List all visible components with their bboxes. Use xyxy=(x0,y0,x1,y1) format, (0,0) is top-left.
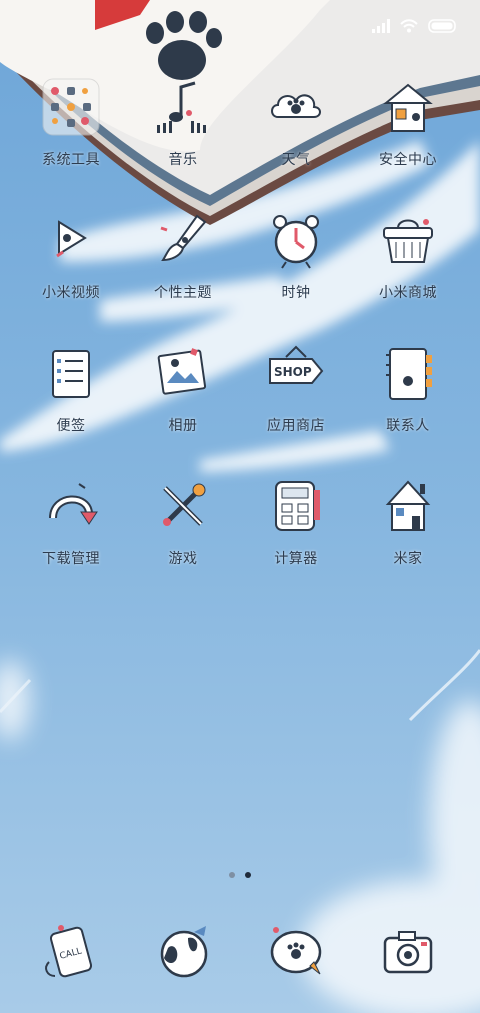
app-video[interactable]: 小米视频 xyxy=(16,208,126,302)
shopping-basket-icon xyxy=(376,208,440,272)
app-label: 相册 xyxy=(168,418,198,434)
app-mi-home[interactable]: 米家 xyxy=(353,474,463,568)
shop-sign-icon: SHOP xyxy=(264,341,328,405)
app-label: 系统工具 xyxy=(42,152,100,168)
app-label: 便签 xyxy=(56,418,86,434)
wifi-icon xyxy=(400,19,418,33)
page-dot-1[interactable] xyxy=(229,872,235,878)
app-weather[interactable]: 天气 xyxy=(241,75,351,169)
page-dot-2[interactable] xyxy=(245,872,251,878)
battery-icon xyxy=(428,19,458,33)
app-label: 联系人 xyxy=(386,418,430,434)
music-icon xyxy=(151,75,215,139)
camera-icon xyxy=(383,931,433,974)
game-tools-icon xyxy=(151,474,215,538)
video-play-icon xyxy=(39,208,103,272)
app-label: 下载管理 xyxy=(42,551,100,567)
app-label: 应用商店 xyxy=(267,418,325,434)
phone-call-icon: CALL xyxy=(45,925,93,978)
tools-folder-icon xyxy=(39,75,103,139)
dock-phone[interactable]: CALL xyxy=(41,922,101,982)
app-themes[interactable]: 个性主题 xyxy=(128,208,238,302)
app-label: 小米商城 xyxy=(379,285,437,301)
app-clock[interactable]: 时钟 xyxy=(241,208,351,302)
app-label: 个性主题 xyxy=(154,285,212,301)
app-gallery[interactable]: 相册 xyxy=(128,341,238,435)
app-games[interactable]: 游戏 xyxy=(128,474,238,568)
browser-globe-icon xyxy=(160,926,208,978)
app-tools-folder[interactable]: 系统工具 xyxy=(16,75,126,169)
app-label: 音乐 xyxy=(168,152,198,168)
app-app-store[interactable]: SHOP 应用商店 xyxy=(241,341,351,435)
dock-camera[interactable] xyxy=(379,922,439,982)
home-icon xyxy=(376,474,440,538)
photo-icon xyxy=(151,341,215,405)
app-label: 计算器 xyxy=(274,551,318,567)
dock-messages[interactable] xyxy=(266,922,326,982)
calculator-icon xyxy=(264,474,328,538)
app-downloads[interactable]: 下载管理 xyxy=(16,474,126,568)
page-indicator[interactable] xyxy=(0,872,480,878)
app-label: 小米视频 xyxy=(42,285,100,301)
app-music[interactable]: 音乐 xyxy=(128,75,238,169)
app-calculator[interactable]: 计算器 xyxy=(241,474,351,568)
contacts-book-icon xyxy=(376,341,440,405)
download-arrow-icon xyxy=(39,474,103,538)
dock-browser[interactable] xyxy=(154,922,214,982)
app-label: 米家 xyxy=(393,551,423,567)
status-bar xyxy=(372,14,458,38)
alarm-clock-icon xyxy=(264,208,328,272)
app-label: 游戏 xyxy=(168,551,198,567)
security-house-icon xyxy=(376,75,440,139)
weather-icon xyxy=(264,75,328,139)
notepad-icon xyxy=(39,341,103,405)
svg-text:SHOP: SHOP xyxy=(274,365,312,379)
app-label: 安全中心 xyxy=(379,152,437,168)
app-security[interactable]: 安全中心 xyxy=(353,75,463,169)
app-label: 天气 xyxy=(281,152,311,168)
messages-icon xyxy=(270,927,322,975)
dock: CALL xyxy=(0,922,480,982)
app-notes[interactable]: 便签 xyxy=(16,341,126,435)
app-contacts[interactable]: 联系人 xyxy=(353,341,463,435)
app-mi-store[interactable]: 小米商城 xyxy=(353,208,463,302)
paintbrush-icon xyxy=(151,208,215,272)
signal-icon xyxy=(372,19,390,33)
app-label: 时钟 xyxy=(281,285,311,301)
